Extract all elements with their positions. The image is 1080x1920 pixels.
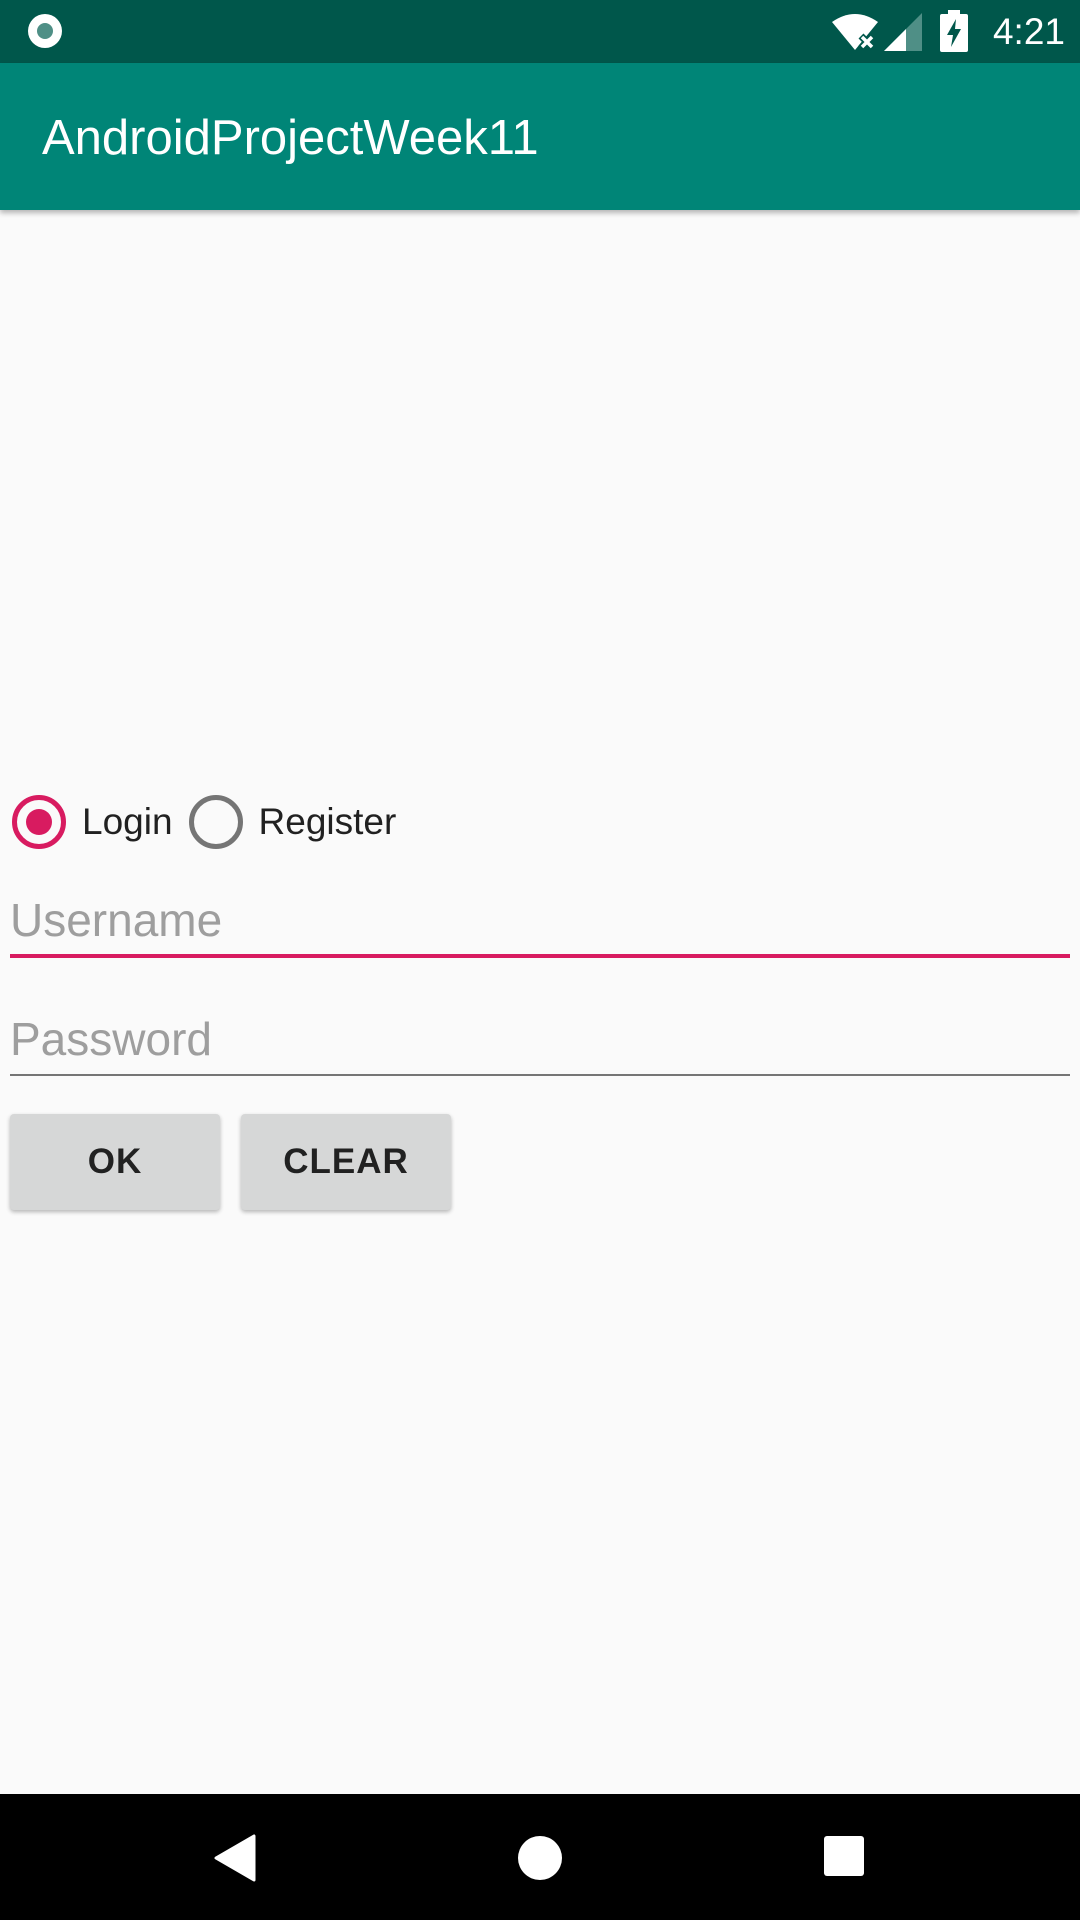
- password-input[interactable]: [10, 1004, 1070, 1074]
- home-icon[interactable]: [518, 1836, 562, 1880]
- register-radio-label: Register: [258, 801, 397, 842]
- username-field-container: [10, 886, 1070, 958]
- ok-button[interactable]: OK: [10, 1114, 220, 1210]
- navigation-bar: [0, 1794, 1080, 1920]
- username-input[interactable]: [10, 886, 1070, 954]
- radio-unchecked-icon: [188, 795, 243, 849]
- status-bar: 4:21: [0, 0, 1080, 63]
- back-icon[interactable]: [214, 1834, 256, 1882]
- app-title: AndroidProjectWeek11: [42, 111, 539, 165]
- notification-dot-icon: [28, 14, 62, 48]
- mode-radio-group: Login Register: [12, 792, 396, 852]
- battery-charging-icon: [940, 10, 968, 52]
- radio-checked-icon: [12, 795, 66, 849]
- cell-signal-icon: [884, 13, 922, 51]
- wifi-icon: [832, 14, 878, 51]
- app-bar: AndroidProjectWeek11: [0, 63, 1080, 210]
- login-radio-label: Login: [82, 801, 173, 842]
- login-radio[interactable]: Login: [12, 792, 189, 852]
- password-field-container: [10, 1004, 1070, 1076]
- register-radio[interactable]: Register: [188, 792, 397, 852]
- clear-button[interactable]: CLEAR: [241, 1114, 451, 1210]
- recents-icon[interactable]: [824, 1836, 864, 1876]
- status-time: 4:21: [992, 11, 1065, 52]
